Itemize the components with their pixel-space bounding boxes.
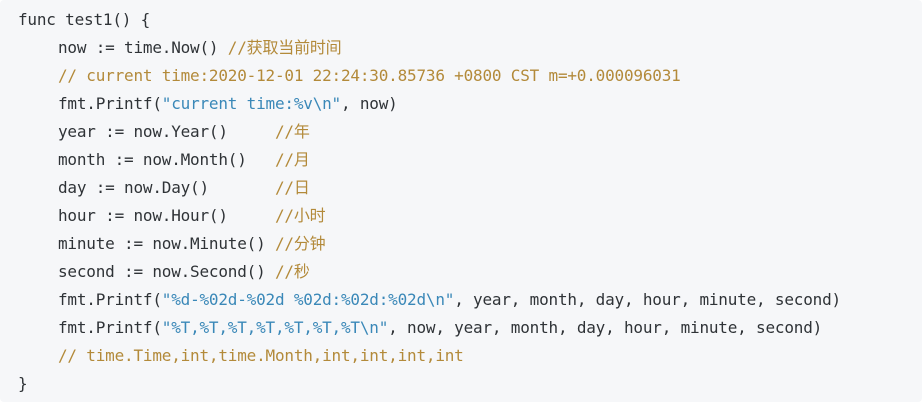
- code-text: year := now.Year(): [58, 122, 275, 141]
- code-comment: // current time:2020-12-01 22:24:30.8573…: [58, 66, 681, 85]
- code-comment: //年: [274, 122, 310, 141]
- code-string: "%T,%T,%T,%T,%T,%T,%T\n": [161, 318, 389, 337]
- code-text: month := now.Month(): [58, 150, 275, 169]
- code-text: fmt.Printf(: [58, 318, 162, 337]
- code-comment: //秒: [274, 262, 310, 281]
- code-line: fmt.Printf("%d-%02d-%02d %02d:%02d:%02d\…: [0, 286, 922, 314]
- code-text: day := now.Day(): [58, 178, 275, 197]
- code-line: hour := now.Hour() //小时: [0, 202, 922, 230]
- code-comment: //日: [274, 178, 310, 197]
- code-text: hour := now.Hour(): [58, 206, 275, 225]
- code-line: minute := now.Minute() //分钟: [0, 230, 922, 258]
- code-text: fmt.Printf(: [58, 290, 162, 309]
- code-line: second := now.Second() //秒: [0, 258, 922, 286]
- code-line: day := now.Day() //日: [0, 174, 922, 202]
- code-text: func test1() {: [18, 10, 151, 29]
- code-line: fmt.Printf("%T,%T,%T,%T,%T,%T,%T\n", now…: [0, 314, 922, 342]
- code-text: , now, year, month, day, hour, minute, s…: [388, 318, 823, 337]
- code-comment: // time.Time,int,time.Month,int,int,int,…: [58, 346, 464, 365]
- code-comment: //分钟: [274, 234, 326, 253]
- code-line: now := time.Now() //获取当前时间: [0, 34, 922, 62]
- code-line: year := now.Year() //年: [0, 118, 922, 146]
- code-string: "current time:%v\n": [161, 94, 341, 113]
- code-block: func test1() { now := time.Now() //获取当前时间…: [0, 0, 922, 402]
- code-text: minute := now.Minute(): [58, 234, 275, 253]
- code-text: second := now.Second(): [58, 262, 275, 281]
- code-comment: //月: [274, 150, 310, 169]
- code-line: // current time:2020-12-01 22:24:30.8573…: [0, 62, 922, 90]
- code-text: , now): [341, 94, 398, 113]
- code-comment: //获取当前时间: [227, 38, 342, 57]
- code-line: }: [0, 370, 922, 398]
- code-text: fmt.Printf(: [58, 94, 162, 113]
- code-comment: //小时: [274, 206, 326, 225]
- code-text: now := time.Now(): [58, 38, 228, 57]
- code-string: "%d-%02d-%02d %02d:%02d:%02d\n": [161, 290, 455, 309]
- code-line: func test1() {: [0, 6, 922, 34]
- code-text: }: [18, 374, 28, 393]
- code-line: fmt.Printf("current time:%v\n", now): [0, 90, 922, 118]
- code-line: month := now.Month() //月: [0, 146, 922, 174]
- code-text: , year, month, day, hour, minute, second…: [454, 290, 841, 309]
- code-line: // time.Time,int,time.Month,int,int,int,…: [0, 342, 922, 370]
